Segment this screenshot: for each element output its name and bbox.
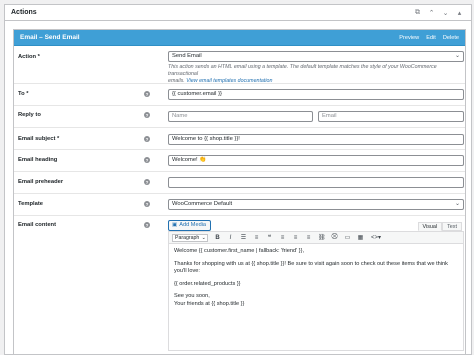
body-line: See you soon,	[174, 293, 210, 299]
heading-field[interactable]: Welcome! 👏	[168, 155, 464, 166]
format-select[interactable]: Paragraph ⌄	[172, 233, 208, 242]
row-action: Action * Send Email ⌄ This action sends …	[14, 46, 465, 84]
help-icon[interactable]: ?	[144, 201, 150, 207]
help-icon[interactable]: ?	[144, 157, 150, 163]
reply-to-label: Reply to	[18, 112, 41, 118]
content-label: Email content	[18, 222, 57, 228]
preview-link[interactable]: Preview	[399, 35, 419, 41]
help-icon[interactable]: ?	[144, 136, 150, 142]
heading-label: Email heading	[18, 157, 58, 163]
action-select[interactable]: Send Email ⌄	[168, 51, 464, 62]
subject-label: Email subject *	[18, 136, 60, 142]
template-select[interactable]: WooCommerce Default ⌄	[168, 199, 464, 210]
add-media-button[interactable]: ▣ Add Media	[168, 220, 212, 231]
preheader-label: Email preheader	[18, 179, 64, 185]
body-line: {{ order.related_products }}	[174, 280, 241, 287]
action-title: Email – Send Email	[20, 34, 80, 41]
align-right-icon[interactable]: ≡	[305, 235, 312, 241]
chevron-up-icon[interactable]: ⌃	[426, 7, 437, 18]
chevron-down-icon: ⌄	[454, 53, 460, 59]
row-heading: Email heading ? Welcome! 👏	[14, 150, 465, 172]
bold-icon[interactable]: B	[214, 235, 221, 241]
row-template: Template ? WooCommerce Default ⌄	[14, 194, 465, 216]
editor-content[interactable]: Welcome {{ customer.first_name | fallbac…	[169, 244, 463, 317]
row-reply-to: Reply to ? Name Email	[14, 106, 465, 128]
media-icon: ▣	[172, 222, 178, 228]
body-line: Welcome {{ customer.first_name | fallbac…	[174, 248, 305, 254]
help-icon[interactable]: ?	[144, 91, 150, 97]
reply-email-field[interactable]: Email	[318, 111, 464, 122]
reply-name-field[interactable]: Name	[168, 111, 313, 122]
body-line: Your friends at {{ shop.title }}	[174, 300, 245, 307]
italic-icon[interactable]: I	[227, 235, 234, 241]
edit-link[interactable]: Edit	[426, 35, 436, 41]
template-select-value: WooCommerce Default	[172, 201, 233, 207]
triangle-up-icon[interactable]: ▴	[454, 7, 465, 18]
align-center-icon[interactable]: ≡	[292, 235, 299, 241]
row-subject: Email subject * ? Welcome to {{ shop.tit…	[14, 128, 465, 150]
numbered-list-icon[interactable]: ≡	[253, 235, 260, 241]
link-icon[interactable]: ⛓	[318, 234, 326, 241]
tab-visual[interactable]: Visual	[417, 222, 443, 231]
subject-field[interactable]: Welcome to {{ shop.title }}!	[168, 134, 464, 145]
row-content: Email content ? ▣ Add Media Visual Text …	[14, 216, 465, 354]
action-select-value: Send Email	[172, 53, 202, 59]
chevron-down-icon: ⌄	[201, 234, 206, 241]
help-icon[interactable]: ?	[144, 112, 150, 118]
to-label: To *	[18, 91, 29, 97]
action-box: Email – Send Email Preview Edit Delete A…	[13, 29, 466, 354]
unlink-icon[interactable]: ⛒	[331, 234, 338, 241]
format-select-value: Paragraph	[175, 234, 200, 241]
editor-toolbar: Paragraph ⌄ B I ☰ ≡ ❝ ≡ ≡ ≡ ⛓ ⛒ ▭ ▦ <>▾	[169, 232, 463, 244]
action-description: This action sends an HTML email using a …	[168, 64, 464, 85]
row-to: To * ? {{ customer.email }}	[14, 84, 465, 106]
bullet-list-icon[interactable]: ☰	[240, 234, 247, 241]
code-dropdown-icon[interactable]: <>▾	[370, 234, 382, 241]
panel-header: Actions ⧉ ⌃ ⌄ ▴	[5, 5, 471, 21]
action-label: Action *	[18, 54, 40, 60]
chevron-down-icon[interactable]: ⌄	[440, 7, 451, 18]
to-field[interactable]: {{ customer.email }}	[168, 89, 464, 100]
delete-link[interactable]: Delete	[443, 35, 459, 41]
template-label: Template	[18, 201, 44, 207]
more-icon[interactable]: ▭	[344, 234, 351, 241]
panel-title: Actions	[11, 9, 37, 16]
external-link-icon[interactable]: ⧉	[412, 7, 423, 18]
help-icon[interactable]: ?	[144, 179, 150, 185]
align-left-icon[interactable]: ≡	[279, 235, 286, 241]
row-preheader: Email preheader ?	[14, 172, 465, 194]
add-media-label: Add Media	[179, 222, 207, 228]
help-icon[interactable]: ?	[144, 222, 150, 228]
body-line: Thanks for shopping with us at {{ shop.t…	[174, 260, 448, 275]
email-editor[interactable]: Paragraph ⌄ B I ☰ ≡ ❝ ≡ ≡ ≡ ⛓ ⛒ ▭ ▦ <>▾	[168, 231, 464, 351]
chevron-down-icon: ⌄	[454, 201, 460, 207]
action-desc-line1: This action sends an HTML email using a …	[168, 64, 437, 77]
tab-text[interactable]: Text	[442, 222, 462, 231]
preheader-field[interactable]	[168, 177, 464, 188]
toolbar-toggle-icon[interactable]: ▦	[357, 234, 364, 241]
action-header[interactable]: Email – Send Email Preview Edit Delete	[14, 30, 465, 46]
actions-panel: Actions ⧉ ⌃ ⌄ ▴ Email – Send Email Previ…	[4, 4, 472, 355]
blockquote-icon[interactable]: ❝	[266, 234, 273, 241]
